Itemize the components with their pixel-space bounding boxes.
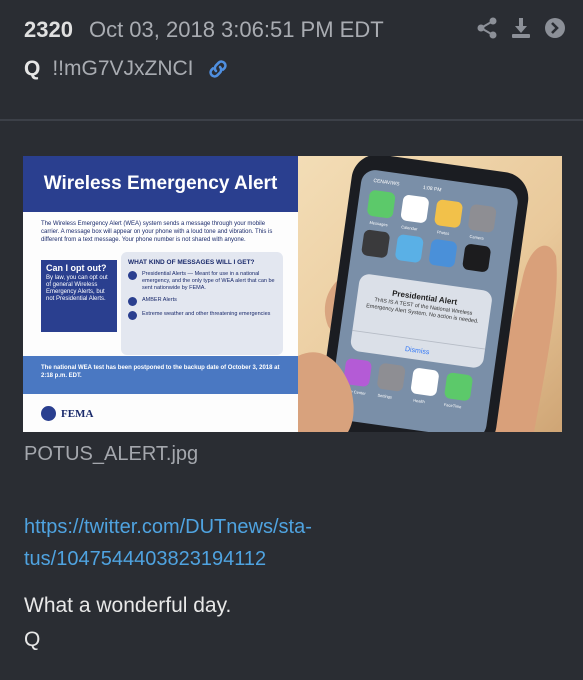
infographic-intro: The Wireless Emergency Alert (WEA) syste… <box>41 221 273 243</box>
download-icon[interactable] <box>509 16 533 40</box>
message-type-item: Extreme weather and other threatening em… <box>128 311 276 320</box>
message-signature: Q <box>24 628 41 651</box>
post-image[interactable]: Wireless Emergency Alert The Wireless Em… <box>23 156 562 432</box>
arrow-right-circle-icon[interactable] <box>543 16 567 40</box>
post-actions <box>475 16 567 40</box>
link-icon[interactable] <box>206 57 230 81</box>
tweet-link[interactable]: https://twitter.com/DUTnews/sta- tus/104… <box>24 511 424 575</box>
alert-bullet-icon <box>128 271 137 280</box>
message-type-item: AMBER Alerts <box>128 297 276 306</box>
message-text: What a wonderful day. <box>24 594 232 617</box>
alert-bullet-icon <box>128 297 137 306</box>
postponed-notice: The national WEA test has been postponed… <box>23 356 298 394</box>
post-author-row: Q !!mG7VJxZNCI <box>24 57 563 81</box>
share-icon[interactable] <box>475 16 499 40</box>
message-types-heading: WHAT KIND OF MESSAGES WILL I GET? <box>128 259 255 266</box>
message-type-item: Presidential Alerts — Meant for use in a… <box>128 271 276 292</box>
phone-photo: CENAVIWS 1:08 PM Messages Calendar Photo… <box>298 156 562 432</box>
post-message: What a wonderful day. Q <box>24 589 231 657</box>
alert-bullet-icon <box>128 311 137 320</box>
tweet-link-line-1[interactable]: https://twitter.com/DUTnews/sta- <box>24 511 424 543</box>
tripcode: !!mG7VJxZNCI <box>52 57 194 80</box>
post-timestamp: Oct 03, 2018 3:06:51 PM EDT <box>88 17 384 42</box>
fema-seal-icon <box>41 406 56 421</box>
phone-illustration: CENAVIWS 1:08 PM Messages Calendar Photo… <box>298 156 557 432</box>
infographic-title: Wireless Emergency Alert <box>23 156 298 212</box>
fema-logo-text: FEMA <box>61 407 94 420</box>
fema-logo: FEMA <box>41 406 93 421</box>
post-number[interactable]: 2320 <box>24 17 73 43</box>
wea-infographic: Wireless Emergency Alert The Wireless Em… <box>23 156 298 432</box>
image-filename[interactable]: POTUS_ALERT.jpg <box>24 443 198 466</box>
author-name: Q <box>24 57 41 80</box>
message-types-box: WHAT KIND OF MESSAGES WILL I GET? Presid… <box>121 252 283 355</box>
opt-out-question: Can I opt out? <box>46 263 107 273</box>
opt-out-box: Can I opt out? By law, you can opt out o… <box>41 260 117 332</box>
tweet-link-line-2[interactable]: tus/1047544403823194112 <box>24 543 424 575</box>
header-divider <box>0 119 583 121</box>
opt-out-answer: By law, you can opt out of general Wirel… <box>46 275 108 302</box>
